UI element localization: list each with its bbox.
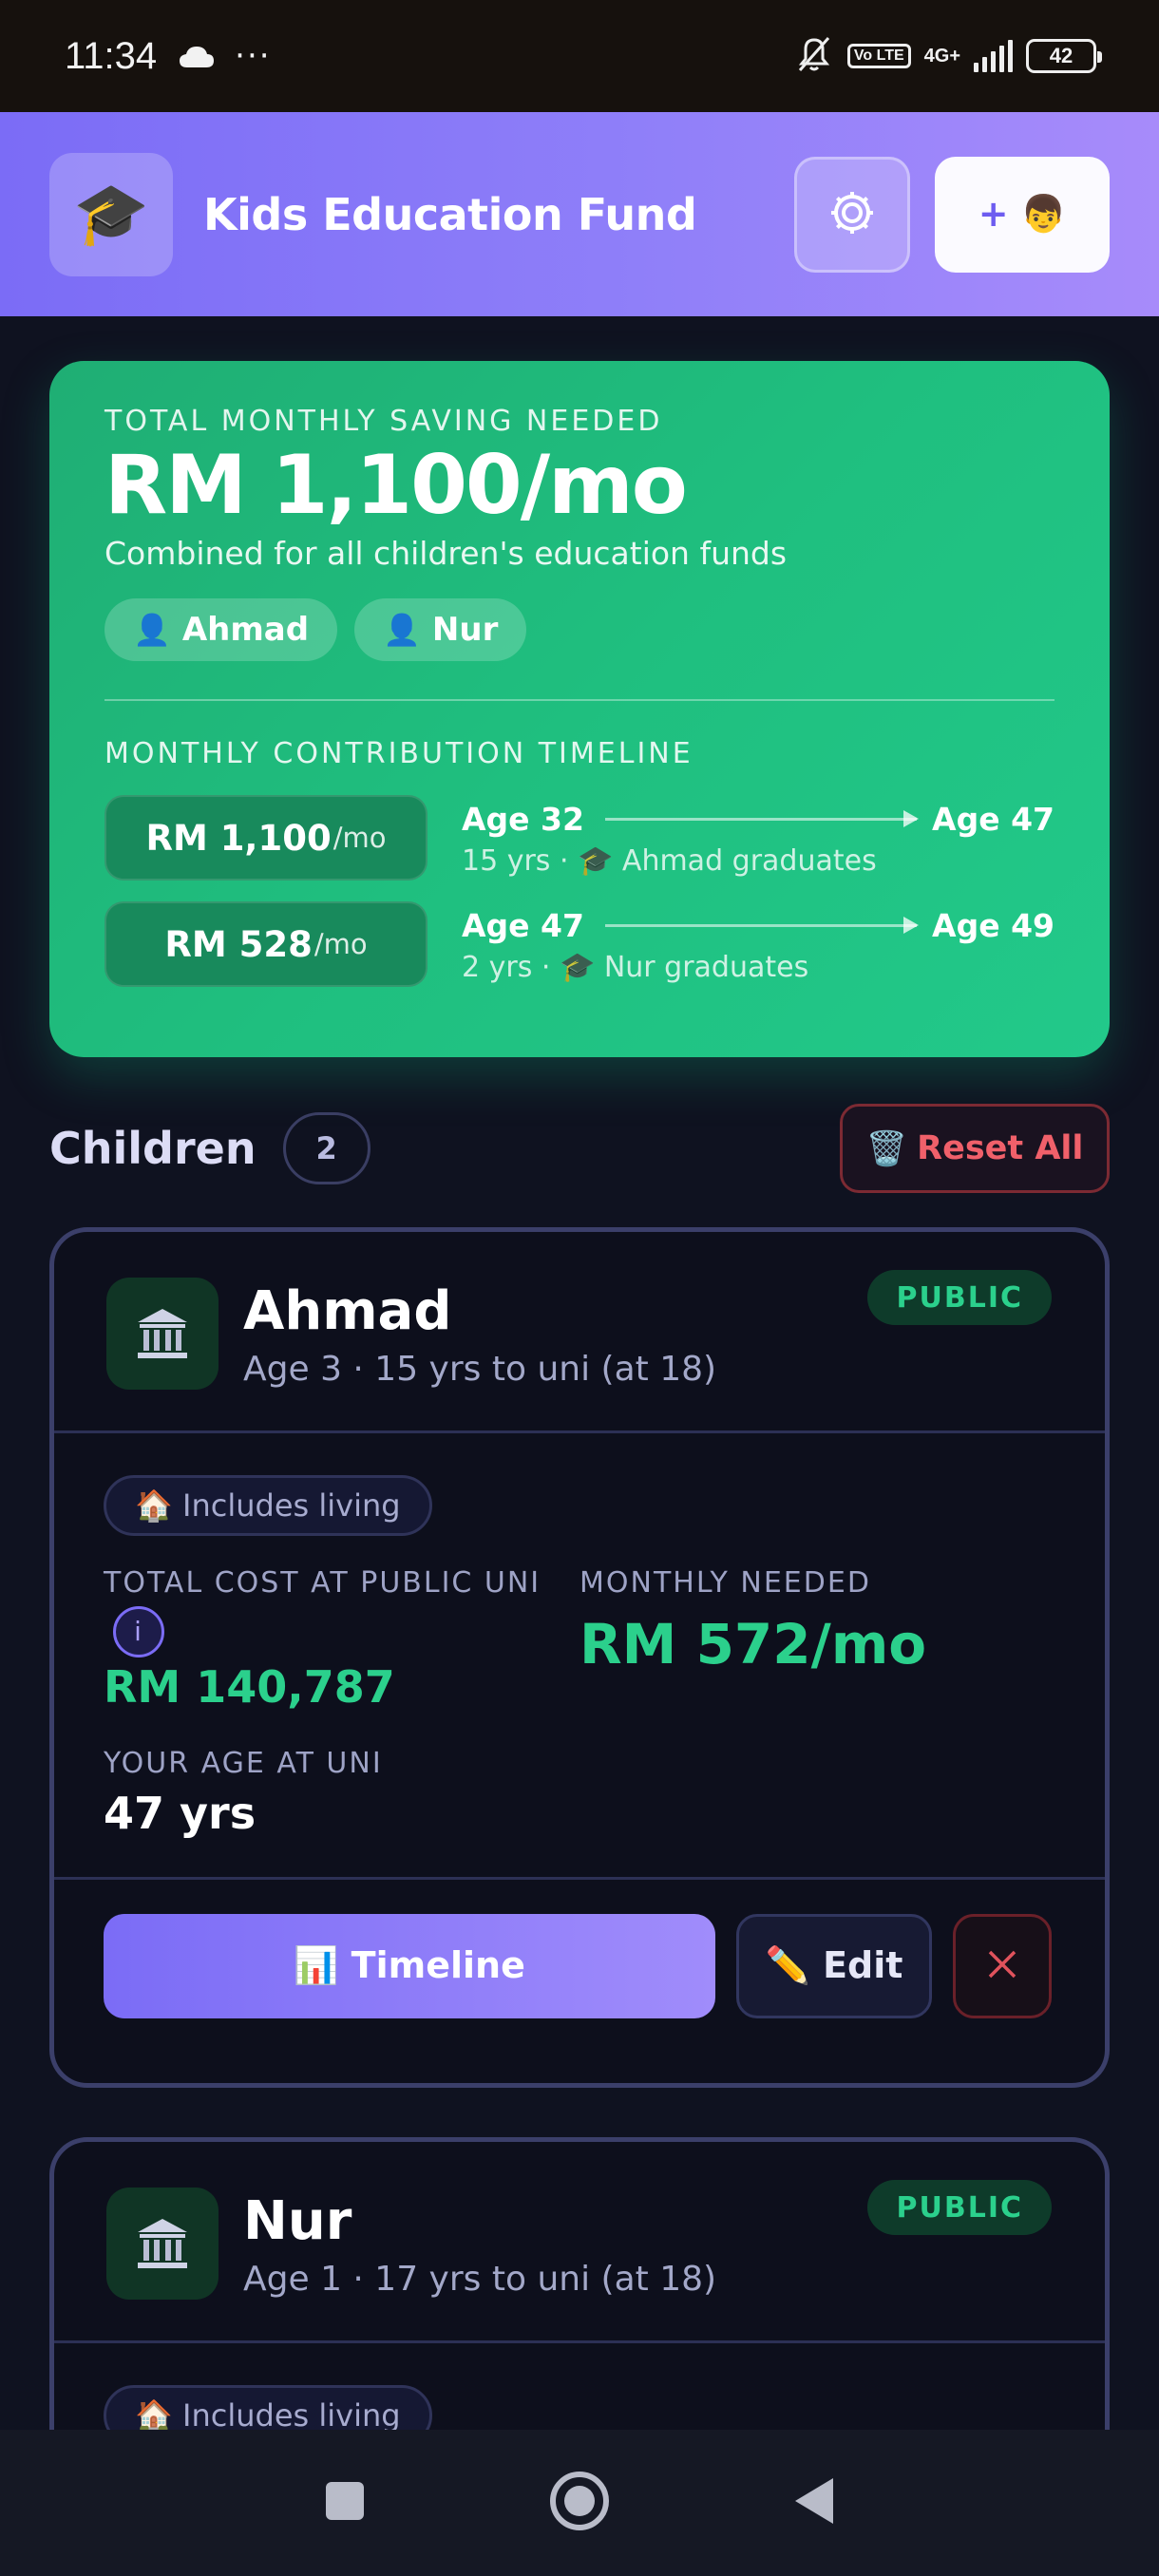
timeline-to-age: Age 49 [932,906,1054,944]
cloud-icon [178,45,216,67]
total-cost-value: RM 140,787 [104,1661,395,1713]
includes-living-chip: 🏠 Includes living [104,1475,432,1536]
timeline-unit: /mo [332,822,387,854]
trash-icon: 🗑️ [865,1129,908,1168]
arrow-right-icon [604,916,920,934]
child-chip-label: Nur [431,611,499,649]
summary-card: TOTAL MONTHLY SAVING NEEDED RM 1,100/mo … [49,361,1110,1057]
child-chip-ahmad: 👤 Ahmad [104,598,338,661]
child-chip-label: Ahmad [181,611,310,649]
reset-all-button[interactable]: 🗑️ Reset All [840,1104,1110,1193]
status-more-dots: ··· [235,37,272,75]
signal-icon [974,40,1013,72]
timeline-row: RM 528/mo Age 47 Age 49 2 yrs · 🎓 Nur gr… [104,901,1054,987]
status-badge: PUBLIC [867,2180,1052,2235]
children-title: Children [49,1123,256,1174]
children-chips: 👤 Ahmad 👤 Nur [104,598,1054,661]
timeline-button[interactable]: 📊 Timeline [104,1913,715,2018]
child-meta: Age 1 · 17 yrs to uni (at 18) [243,2260,717,2299]
your-age-label: YOUR AGE AT UNI [104,1747,383,1780]
timeline-amount: RM 1,100 [145,817,332,859]
status-time: 11:34 [65,34,158,77]
status-badge: PUBLIC [867,1270,1052,1325]
volte-icon: Vo LTE [846,44,911,68]
back-button[interactable] [791,2474,837,2531]
child-chip-nur: 👤 Nur [354,598,527,661]
reset-all-label: Reset All [917,1129,1084,1167]
child-name: Nur [243,2190,352,2252]
summary-subtitle: Combined for all children's education fu… [104,535,788,572]
child-name: Ahmad [243,1280,452,1342]
app-title: Kids Education Fund [203,188,697,240]
children-section-header: Children 2 🗑️ Reset All [49,1104,1110,1193]
total-cost-label-text: TOTAL COST AT PUBLIC UNI [104,1566,542,1600]
app-header: 🎓 Kids Education Fund + 👦 [0,112,1159,316]
timeline-description: 2 yrs · 🎓 Nur graduates [462,951,809,984]
edit-button[interactable]: ✏️ Edit [736,1913,932,2018]
timeline-amount: RM 528 [164,923,313,965]
timeline-unit: /mo [314,928,368,960]
system-nav-bar [0,2430,1159,2576]
total-monthly-amount: RM 1,100/mo [104,438,688,533]
children-count-badge: 2 [282,1112,370,1184]
recents-button[interactable] [322,2478,368,2528]
total-cost-label: TOTAL COST AT PUBLIC UNI i [104,1561,580,1657]
timeline-amount-pill: RM 1,100/mo [104,795,428,881]
status-bar: 11:34 ··· Vo LTE 4G+ 42 [0,0,1159,112]
timeline-label: MONTHLY CONTRIBUTION TIMELINE [104,737,694,770]
timeline-from-age: Age 47 [462,906,584,944]
graduation-cap-icon: 🎓 [49,152,173,276]
person-icon: 👤 [383,612,421,648]
university-icon [106,2188,218,2300]
delete-button[interactable] [953,1913,1052,2018]
info-icon[interactable]: i [113,1606,164,1657]
home-button[interactable] [548,2470,611,2536]
close-icon [986,1948,1018,1984]
mute-bell-icon [794,34,834,79]
add-child-button[interactable]: + 👦 [935,156,1110,273]
arrow-right-icon [604,809,920,827]
network-type: 4G+ [923,45,960,66]
child-card-ahmad: Ahmad Age 3 · 15 yrs to uni (at 18) PUBL… [49,1227,1110,2088]
university-icon [106,1278,218,1390]
timeline-row: RM 1,100/mo Age 32 Age 47 15 yrs · 🎓 Ahm… [104,795,1054,881]
monthly-needed-label: MONTHLY NEEDED [580,1566,871,1600]
battery-icon: 42 [1026,39,1102,73]
settings-button[interactable] [794,156,910,273]
timeline-to-age: Age 47 [932,800,1054,838]
child-meta: Age 3 · 15 yrs to uni (at 18) [243,1350,717,1389]
monthly-needed-value: RM 572/mo [580,1612,927,1676]
divider [104,699,1054,701]
timeline-from-age: Age 32 [462,800,584,838]
your-age-value: 47 yrs [104,1788,256,1839]
person-icon: 👤 [133,612,171,648]
timeline-amount-pill: RM 528/mo [104,901,428,987]
gear-icon [826,186,879,243]
timeline-description: 15 yrs · 🎓 Ahmad graduates [462,844,877,878]
summary-kicker: TOTAL MONTHLY SAVING NEEDED [104,405,663,438]
